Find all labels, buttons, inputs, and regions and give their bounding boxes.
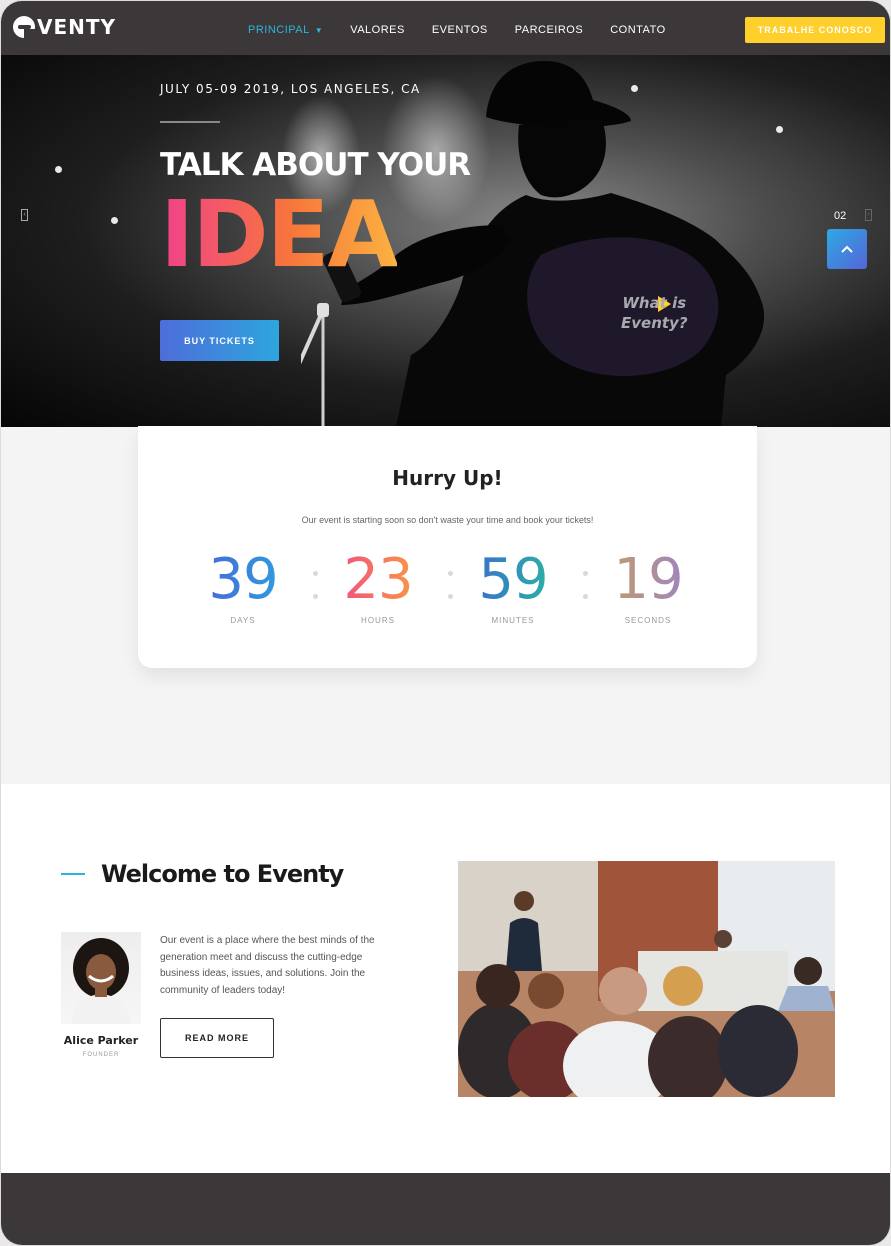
days-value: 39 <box>188 548 298 612</box>
countdown-hours: 23 HOURS <box>323 548 433 626</box>
hero-slider: JULY 05-09 2019, LOS ANGELES, CA TALK AB… <box>1 55 890 427</box>
slide-counter: 02 <box>834 210 847 222</box>
countdown-subtitle: Our event is starting soon so don't wast… <box>301 515 594 525</box>
countdown-card: Hurry Up! Our event is starting soon so … <box>138 426 757 668</box>
minutes-label: MINUTES <box>491 616 535 625</box>
scroll-to-top-button[interactable] <box>827 229 867 269</box>
chevron-up-icon <box>841 245 853 253</box>
footer-bar <box>1 1173 890 1245</box>
nav-item-principal[interactable]: PRINCIPAL ▼ <box>248 24 323 36</box>
nav-item-contato[interactable]: CONTATO <box>610 24 665 36</box>
chevron-left-icon[interactable]: ‹ <box>21 209 28 221</box>
nav-item-parceiros[interactable]: PARCEIROS <box>515 24 583 36</box>
welcome-section: Welcome to Eventy Alice Parker FOUNDER O… <box>1 784 890 1174</box>
video-prompt-line1: What is <box>622 294 687 312</box>
nav-item-valores[interactable]: VALORES <box>350 24 405 36</box>
chevron-down-icon: ▼ <box>314 26 324 35</box>
buy-tickets-button[interactable]: BUY TICKETS <box>160 320 279 361</box>
hours-value: 23 <box>323 548 433 612</box>
what-is-eventy-link[interactable]: What is Eventy? <box>621 293 688 333</box>
work-with-us-button[interactable]: TRABALHE CONOSCO <box>745 17 885 43</box>
seconds-label: SECONDS <box>624 616 672 625</box>
chevron-right-icon[interactable]: › <box>865 209 872 221</box>
read-more-button[interactable]: READ MORE <box>160 1018 274 1058</box>
seconds-value: 19 <box>593 548 703 612</box>
countdown-separator <box>313 571 319 611</box>
top-navbar: VENTY PRINCIPAL ▼ VALORES EVENTOS PARCEIR… <box>1 1 890 55</box>
minutes-value: 59 <box>458 548 568 612</box>
bokeh-dot <box>55 166 62 173</box>
page: VENTY PRINCIPAL ▼ VALORES EVENTOS PARCEIR… <box>0 0 891 1246</box>
nav-item-eventos[interactable]: EVENTOS <box>432 24 488 36</box>
founder-role: FOUNDER <box>82 1052 120 1058</box>
welcome-title: Welcome to Eventy <box>101 860 344 888</box>
countdown-separator <box>448 571 454 611</box>
founder-name: Alice Parker <box>63 1034 139 1047</box>
countdown-separator <box>583 571 589 611</box>
founder-avatar <box>61 932 141 1024</box>
title-accent-line <box>61 873 85 875</box>
hero-divider <box>160 121 220 123</box>
event-date-location: JULY 05-09 2019, LOS ANGELES, CA <box>160 82 421 96</box>
countdown-title: Hurry Up! <box>392 466 503 490</box>
hero-headline: TALK ABOUT YOUR <box>160 147 471 183</box>
hero-highlight-word: IDEA <box>160 181 399 288</box>
conference-photo <box>458 861 835 1097</box>
logo-e-icon <box>13 16 35 38</box>
welcome-description: Our event is a place where the best mind… <box>160 935 375 996</box>
nav-item-label: PRINCIPAL <box>248 24 310 36</box>
days-label: DAYS <box>230 616 256 625</box>
logo-text: VENTY <box>37 15 117 39</box>
countdown-minutes: 59 MINUTES <box>458 548 568 626</box>
main-menu: PRINCIPAL ▼ VALORES EVENTOS PARCEIROS CON… <box>248 24 666 36</box>
countdown-seconds: 19 SECONDS <box>593 548 703 626</box>
hours-label: HOURS <box>361 616 395 625</box>
bokeh-dot <box>111 217 118 224</box>
logo[interactable]: VENTY <box>13 15 116 39</box>
video-prompt-line2: Eventy? <box>621 314 688 332</box>
countdown-days: 39 DAYS <box>188 548 298 626</box>
